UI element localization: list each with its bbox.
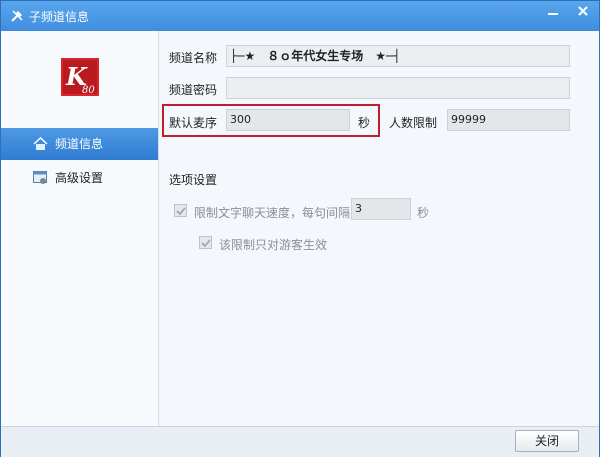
sidebar: K 80 频道信息 高级设置 — [1, 31, 159, 426]
close-icon — [578, 6, 588, 16]
chat-interval-field[interactable]: 3 — [351, 198, 411, 220]
channel-info-window: 子频道信息 K 80 频道信息 高级设置 频道名称 ├─★ ８ｏ年代女生专场 ★… — [0, 0, 600, 457]
title-bar[interactable]: 子频道信息 — [1, 1, 599, 31]
window-title: 子频道信息 — [29, 10, 90, 24]
chat-interval-unit: 秒 — [417, 206, 430, 220]
minimize-icon — [548, 13, 559, 15]
sidebar-item-channel-info[interactable]: 频道信息 — [1, 128, 158, 160]
svg-text:80: 80 — [82, 85, 95, 96]
settings-window-icon — [33, 171, 47, 184]
limit-chat-speed-checkbox[interactable] — [174, 204, 187, 217]
channel-password-label: 频道密码 — [169, 83, 218, 97]
k80-logo: K 80 — [61, 58, 99, 96]
channel-name-field[interactable]: ├─★ ８ｏ年代女生专场 ★─┤ — [226, 45, 570, 67]
sidebar-item-label: 高级设置 — [55, 171, 104, 185]
sidebar-item-label: 频道信息 — [55, 137, 104, 151]
user-limit-label: 人数限制 — [389, 116, 438, 130]
content-panel: 频道名称 ├─★ ８ｏ年代女生专场 ★─┤ 频道密码 默认麦序 300 秒 人数… — [159, 31, 599, 426]
minimize-button[interactable] — [543, 4, 563, 24]
default-mic-order-field[interactable]: 300 — [226, 109, 350, 131]
user-limit-field[interactable]: 99999 — [447, 109, 570, 131]
tools-icon — [11, 10, 23, 22]
sidebar-item-advanced-settings[interactable]: 高级设置 — [1, 162, 158, 194]
guest-only-checkbox[interactable] — [199, 236, 212, 249]
default-mic-order-label: 默认麦序 — [169, 116, 218, 130]
channel-name-label: 频道名称 — [169, 51, 218, 65]
options-section-title: 选项设置 — [169, 173, 218, 187]
guest-only-label: 该限制只对游客生效 — [219, 238, 328, 252]
footer-bar: 关闭 — [1, 426, 599, 457]
channel-password-field[interactable] — [226, 77, 570, 99]
checkmark-icon — [176, 207, 186, 216]
checkmark-icon — [201, 239, 211, 248]
seconds-unit-label: 秒 — [358, 116, 371, 130]
close-window-button[interactable] — [573, 4, 593, 24]
house-icon — [33, 137, 48, 150]
limit-chat-speed-label: 限制文字聊天速度，每句间隔 — [194, 206, 351, 220]
close-button[interactable]: 关闭 — [515, 430, 579, 452]
